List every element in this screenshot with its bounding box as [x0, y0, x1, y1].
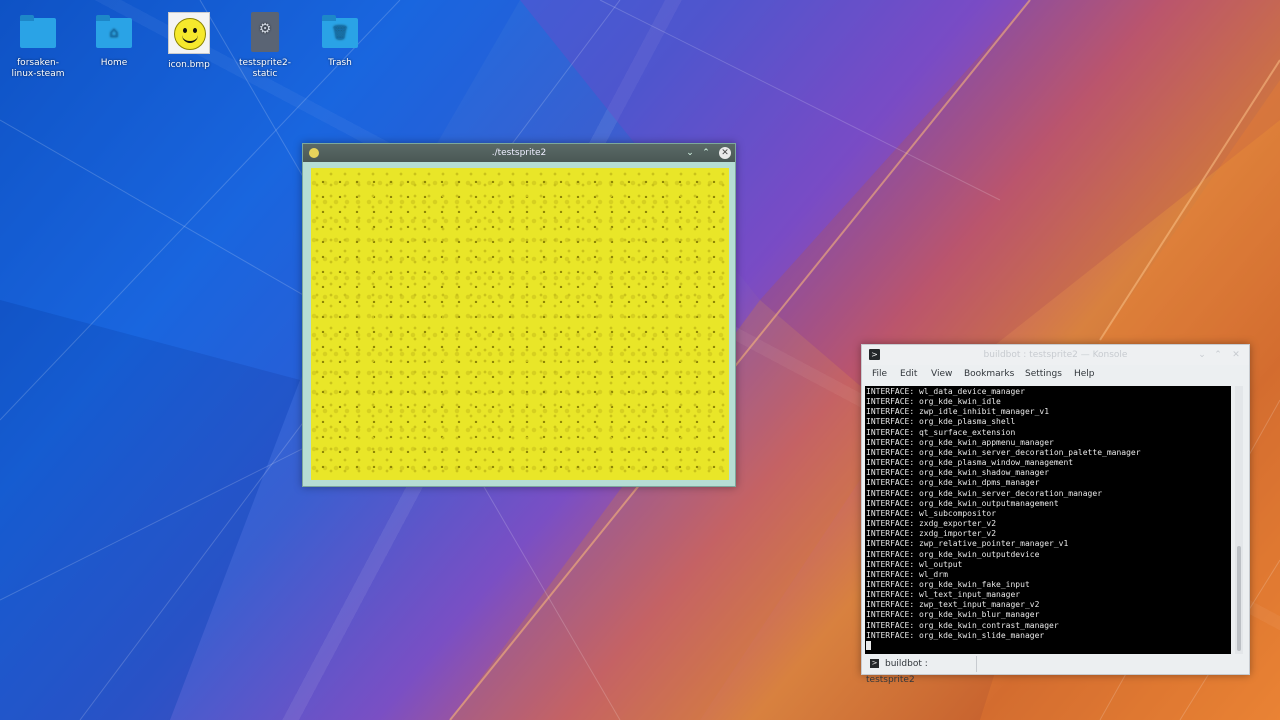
terminal-tab-icon: >: [870, 659, 879, 668]
app-menu-icon[interactable]: [309, 148, 319, 158]
window-title: ./testsprite2: [491, 148, 547, 158]
menu-help[interactable]: Help: [1074, 369, 1095, 379]
minimize-button[interactable]: ⌄: [1195, 347, 1209, 363]
terminal-line: INTERFACE: org_kde_kwin_appmenu_manager: [866, 437, 1054, 447]
maximize-button[interactable]: ⌃: [699, 144, 713, 162]
terminal-line: INTERFACE: qt_surface_extension: [866, 427, 1016, 437]
desktop-icon-testsprite2-static[interactable]: ⚙ testsprite2- static: [228, 12, 302, 80]
terminal-line: INTERFACE: wl_data_device_manager: [866, 387, 1025, 396]
terminal-line: INTERFACE: wl_output: [866, 559, 963, 569]
desktop-icon-forsaken-linux-steam[interactable]: forsaken- linux-steam: [1, 12, 75, 80]
terminal-line: INTERFACE: zwp_text_input_manager_v2: [866, 600, 1040, 610]
terminal-line: INTERFACE: org_kde_kwin_shadow_manager: [866, 468, 1050, 478]
terminal-line: INTERFACE: wl_subcompositor: [866, 508, 997, 518]
testsprite2-window[interactable]: ./testsprite2 ⌄ ⌃ ✕: [302, 143, 736, 487]
terminal-line: INTERFACE: org_kde_kwin_outputmanagement: [866, 498, 1059, 508]
terminal-line: INTERFACE: zwp_relative_pointer_manager_…: [866, 539, 1069, 549]
desktop-icon-icon-bmp[interactable]: icon.bmp: [152, 12, 226, 71]
desktop-icon-label: Trash: [328, 58, 352, 68]
maximize-button[interactable]: ⌃: [1211, 347, 1225, 363]
terminal-line: INTERFACE: org_kde_kwin_dpms_manager: [866, 478, 1040, 488]
terminal-line: INTERFACE: org_kde_plasma_shell: [866, 417, 1016, 427]
window-title: buildbot : testsprite2 — Konsole: [983, 350, 1128, 360]
terminal-line: INTERFACE: org_kde_kwin_slide_manager: [866, 630, 1045, 640]
terminal-line: INTERFACE: org_kde_kwin_contrast_manager: [866, 620, 1059, 630]
menu-bookmarks[interactable]: Bookmarks: [964, 369, 1014, 379]
desktop-icon-label: icon.bmp: [168, 60, 210, 70]
terminal-line: INTERFACE: org_kde_plasma_window_managem…: [866, 458, 1074, 468]
terminal-line: INTERFACE: org_kde_kwin_server_decoratio…: [866, 488, 1103, 498]
konsole-window[interactable]: > buildbot : testsprite2 — Konsole ⌄ ⌃ ✕…: [861, 344, 1250, 685]
terminal-text: INTERFACE: wl_data_device_manager INTERF…: [865, 386, 1231, 651]
close-button[interactable]: ✕: [1229, 347, 1243, 363]
terminal-output[interactable]: INTERFACE: wl_data_device_manager INTERF…: [865, 386, 1231, 654]
sprite-render-canvas[interactable]: [311, 168, 729, 480]
terminal-scrollbar[interactable]: [1235, 386, 1243, 654]
desktop-icon-home[interactable]: ⌂ Home: [77, 12, 151, 69]
terminal-line: INTERFACE: org_kde_kwin_outputdevice: [866, 549, 1040, 559]
desktop-icon-label: Home: [100, 58, 128, 68]
window-titlebar[interactable]: ./testsprite2 ⌄ ⌃ ✕: [303, 144, 735, 162]
folder-icon: [18, 12, 58, 52]
trash-icon: 🗑: [320, 12, 360, 52]
executable-icon: ⚙: [245, 12, 285, 52]
home-folder-icon: ⌂: [94, 12, 134, 52]
tab-bar: > buildbot : testsprite2: [862, 654, 1249, 685]
terminal-line: INTERFACE: org_kde_kwin_blur_manager: [866, 610, 1040, 620]
close-button[interactable]: ✕: [719, 147, 731, 159]
bitmap-smiley-icon: [168, 12, 210, 54]
desktop-icon-trash[interactable]: 🗑 Trash: [303, 12, 377, 69]
terminal-tab[interactable]: > buildbot : testsprite2: [866, 656, 977, 685]
minimize-button[interactable]: ⌄: [683, 144, 697, 162]
menu-view[interactable]: View: [931, 369, 952, 379]
scrollbar-thumb[interactable]: [1237, 546, 1241, 651]
terminal-line: INTERFACE: wl_drm: [866, 569, 948, 579]
menu-edit[interactable]: Edit: [900, 369, 917, 379]
terminal-cursor: [866, 640, 871, 650]
terminal-line: INTERFACE: wl_text_input_manager: [866, 590, 1021, 600]
terminal-line: INTERFACE: org_kde_kwin_idle: [866, 397, 1001, 407]
terminal-line: INTERFACE: org_kde_kwin_fake_input: [866, 579, 1030, 589]
terminal-line: INTERFACE: zxdg_exporter_v2: [866, 519, 997, 529]
terminal-line: INTERFACE: zxdg_importer_v2: [866, 529, 997, 539]
menu-file[interactable]: File: [872, 369, 887, 379]
terminal-line: INTERFACE: org_kde_kwin_server_decoratio…: [866, 447, 1141, 457]
terminal-app-icon[interactable]: >: [869, 349, 880, 360]
menu-settings[interactable]: Settings: [1025, 369, 1062, 379]
desktop-icon-label: testsprite2- static: [239, 58, 291, 79]
window-titlebar[interactable]: > buildbot : testsprite2 — Konsole ⌄ ⌃ ✕: [862, 345, 1249, 365]
terminal-line: INTERFACE: zwp_idle_inhibit_manager_v1: [866, 407, 1050, 417]
menu-bar: File Edit View Bookmarks Settings Help: [862, 365, 1249, 385]
desktop-icon-label: forsaken- linux-steam: [11, 58, 65, 79]
